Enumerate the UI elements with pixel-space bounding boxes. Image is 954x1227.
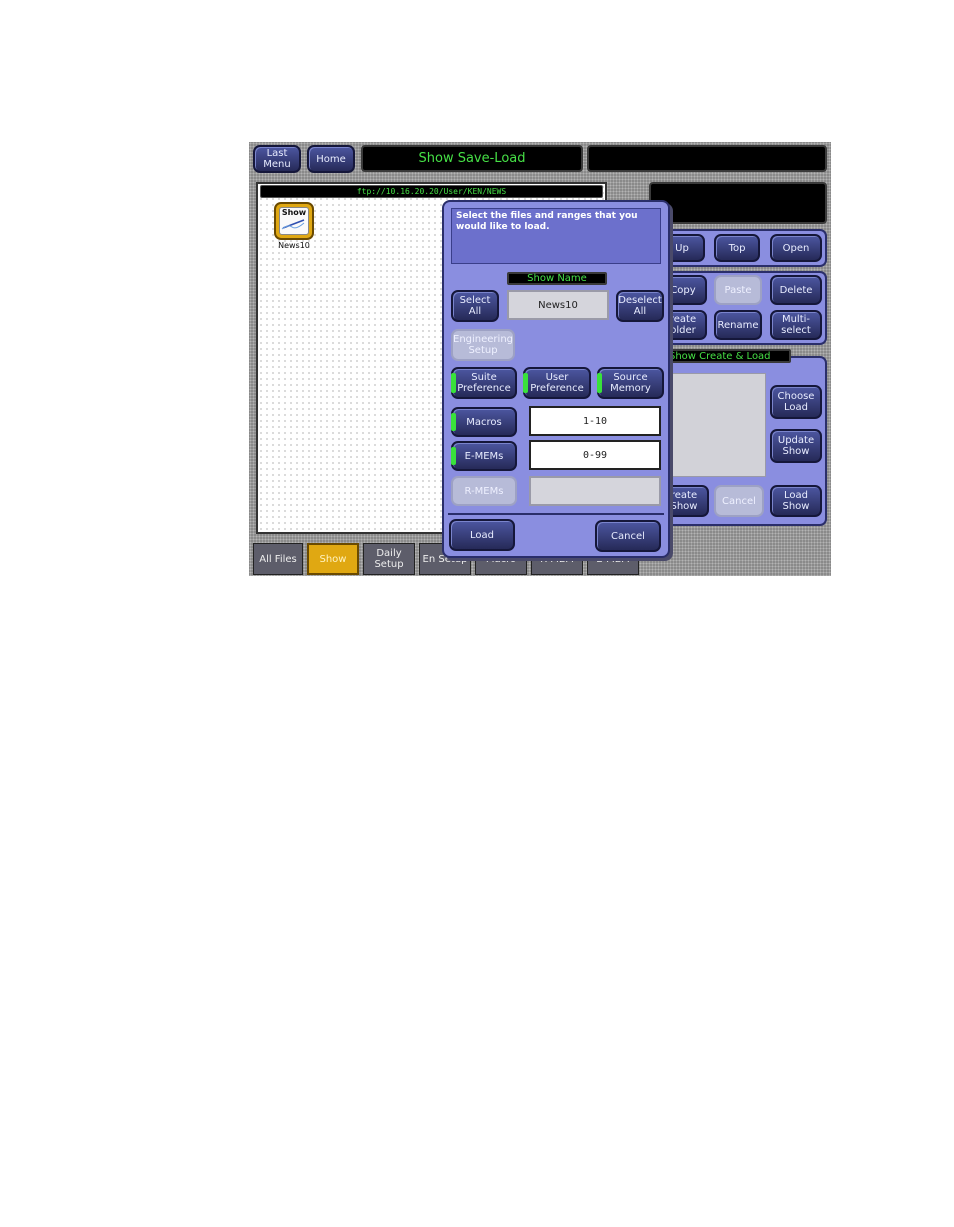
suite-preference-button[interactable]: Suite Preference <box>451 367 517 399</box>
load-show-button[interactable]: Load Show <box>770 485 822 517</box>
dialog-cancel-button[interactable]: Cancel <box>595 520 661 552</box>
show-name-value: News10 <box>507 290 609 320</box>
info-display <box>649 182 827 224</box>
load-button[interactable]: Load <box>449 519 515 551</box>
user-preference-button[interactable]: User Preference <box>523 367 591 399</box>
tab-show[interactable]: Show <box>307 543 359 575</box>
tab-all-files[interactable]: All Files <box>253 543 303 575</box>
pen-icon <box>281 219 305 230</box>
macros-button[interactable]: Macros <box>451 407 517 437</box>
browser-path: ftp://10.16.20.20/User/KEN/NEWS <box>260 185 603 198</box>
deselect-all-button[interactable]: Deselect All <box>616 290 664 322</box>
header-status-box <box>587 145 827 172</box>
top-button[interactable]: Top <box>714 234 760 262</box>
choose-load-button[interactable]: Choose Load <box>770 385 822 419</box>
multi-select-button[interactable]: Multi-select <box>770 310 822 340</box>
macros-range-field[interactable]: 1-10 <box>529 406 661 436</box>
source-memory-button[interactable]: Source Memory <box>597 367 664 399</box>
file-name-label: News10 <box>278 241 310 250</box>
select-all-button[interactable]: Select All <box>451 290 499 322</box>
dialog-divider <box>448 513 664 515</box>
show-file-icon-label: Show <box>281 208 307 217</box>
update-show-button[interactable]: Update Show <box>770 429 822 463</box>
show-cancel-button[interactable]: Cancel <box>714 485 764 517</box>
delete-button[interactable]: Delete <box>770 275 822 305</box>
dialog-message: Select the files and ranges that you wou… <box>451 208 661 264</box>
last-menu-button[interactable]: Last Menu <box>253 145 301 173</box>
open-button[interactable]: Open <box>770 234 822 262</box>
rename-button[interactable]: Rename <box>714 310 762 340</box>
home-button[interactable]: Home <box>307 145 355 173</box>
load-dialog: Select the files and ranges that you wou… <box>442 200 670 558</box>
engineering-setup-button[interactable]: Engineering Setup <box>451 329 515 361</box>
show-save-load-screen: Last Menu Home Show Save-Load ftp://10.1… <box>249 142 831 576</box>
emems-range-field[interactable]: 0-99 <box>529 440 661 470</box>
rmems-button[interactable]: R-MEMs <box>451 476 517 506</box>
show-preview-area <box>659 373 766 477</box>
emems-button[interactable]: E-MEMs <box>451 441 517 471</box>
tab-daily-setup[interactable]: Daily Setup <box>363 543 415 575</box>
show-file-icon[interactable]: Show <box>274 202 314 240</box>
rmems-range-field[interactable] <box>529 476 661 506</box>
page-title: Show Save-Load <box>361 145 583 172</box>
show-name-label: Show Name <box>507 272 607 285</box>
paste-button[interactable]: Paste <box>714 275 762 305</box>
show-create-load-title: Show Create & Load <box>659 349 791 363</box>
